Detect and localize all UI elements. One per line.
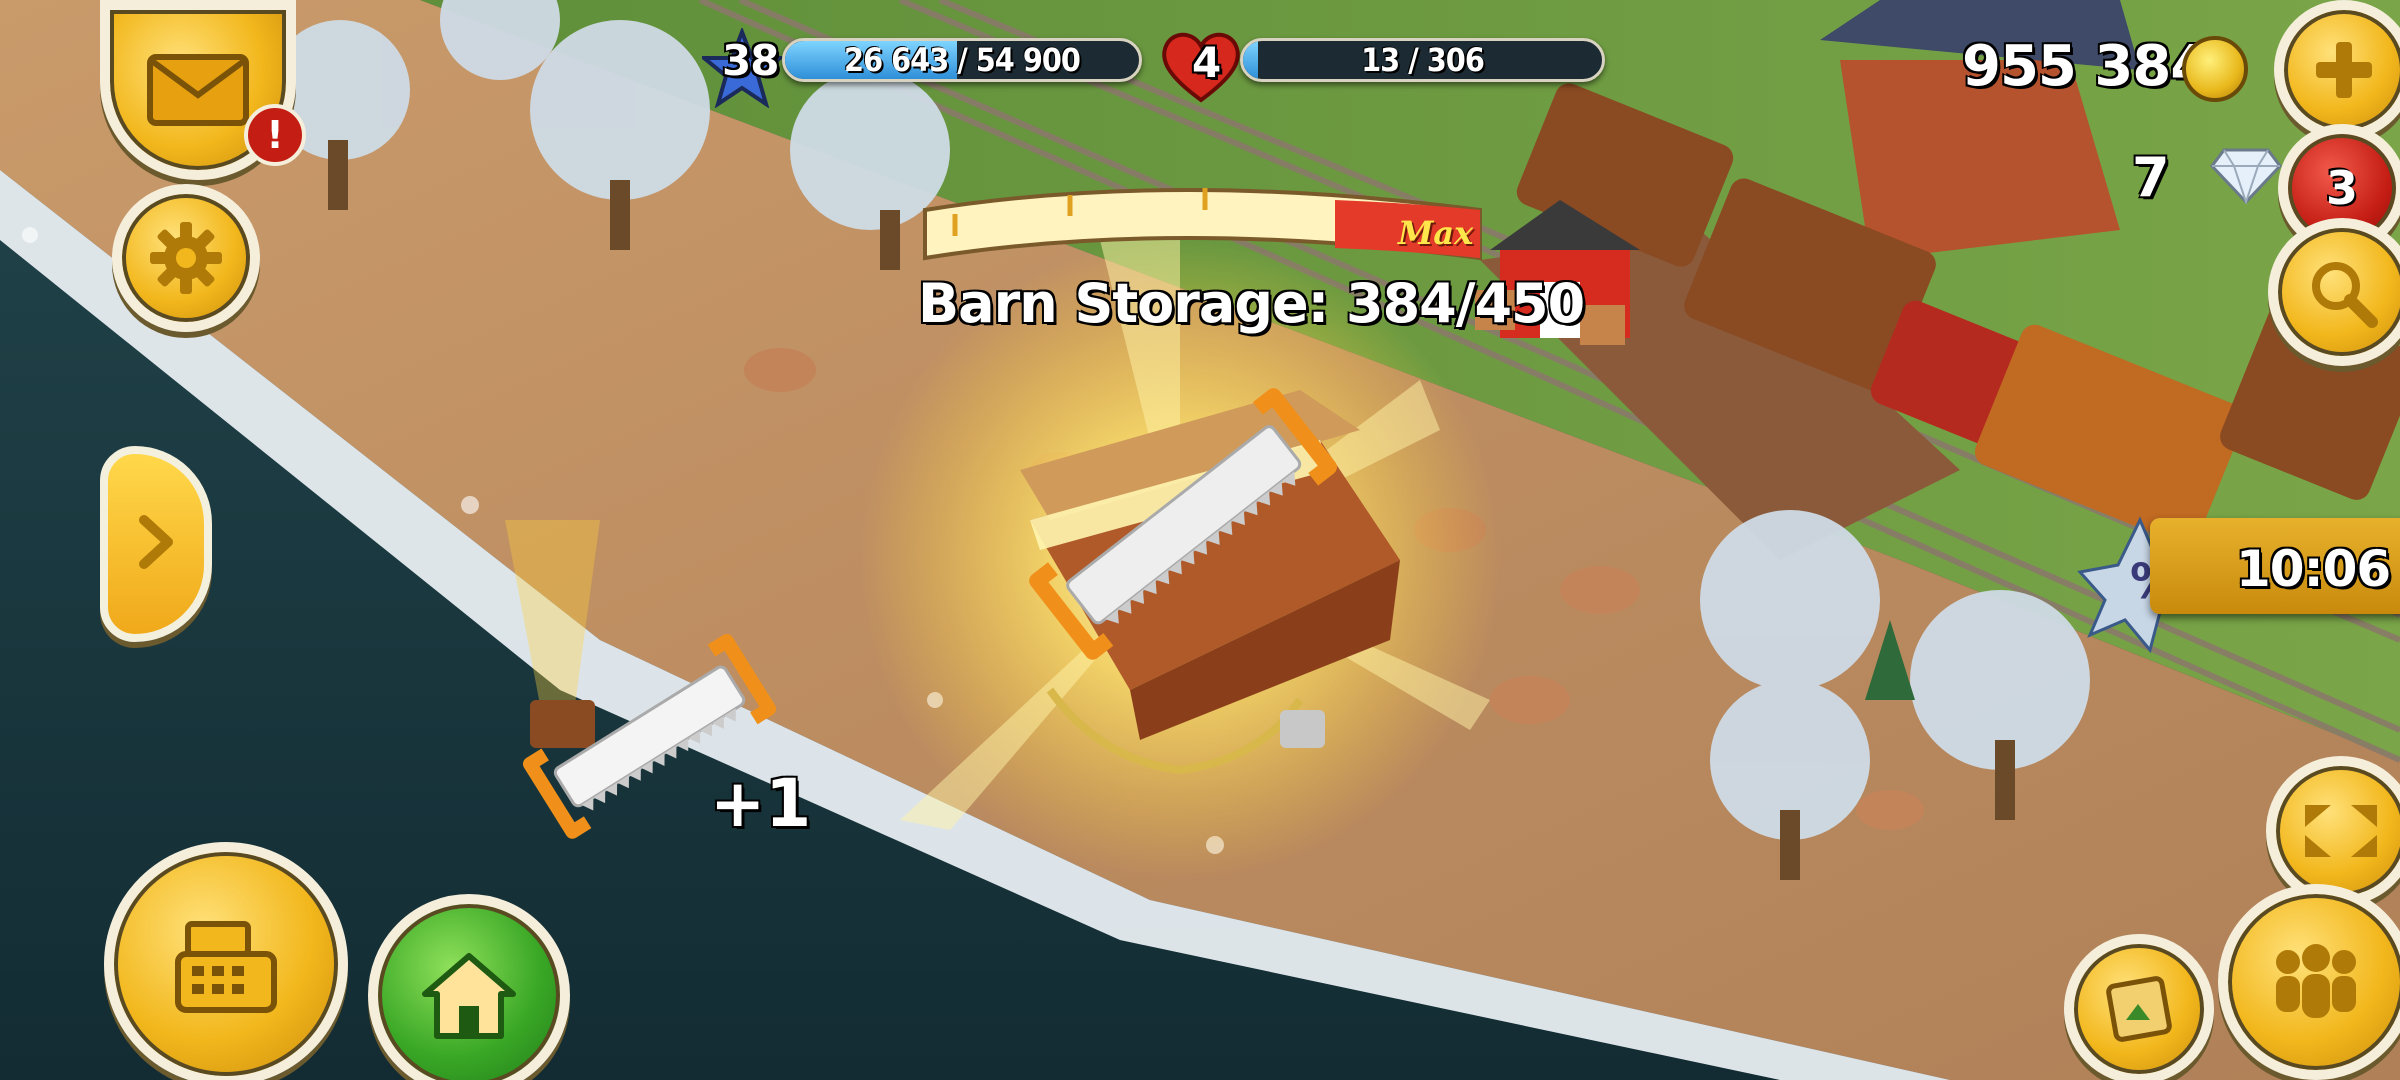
game-scene: %: [0, 0, 2400, 1080]
barn-storage-label: Barn Storage: 384/450: [918, 272, 1585, 335]
reward-amount: +1: [710, 765, 812, 842]
home-button[interactable]: [368, 894, 570, 1080]
storage-max-label: Max: [1398, 214, 1474, 252]
diamond-icon: [2210, 146, 2282, 206]
diamond-count: 7: [2132, 146, 2170, 209]
house-icon: [421, 950, 517, 1040]
settings-button[interactable]: [112, 184, 260, 332]
side-panel-arrow-button[interactable]: [100, 446, 212, 642]
xp-bar[interactable]: 26 643 / 54 900: [782, 38, 1142, 82]
coin-count: 955 384: [1962, 34, 2209, 99]
arrows-icon: [2301, 801, 2381, 861]
envelope-icon: [146, 53, 250, 127]
level-number: 38: [722, 36, 779, 85]
heart-level: 4: [1192, 38, 1221, 87]
reputation-bar[interactable]: 13 / 306: [1240, 38, 1605, 82]
gear-icon: [148, 220, 224, 296]
shop-button[interactable]: [104, 842, 348, 1080]
cash-register-icon: [168, 914, 284, 1014]
notifications-count: 3: [2325, 161, 2358, 215]
albums-button[interactable]: [2064, 934, 2214, 1080]
chevron-right-icon: [136, 514, 176, 574]
coin-icon: [2182, 36, 2248, 102]
exclamation-icon: !: [266, 113, 284, 157]
plus-icon: [2312, 38, 2376, 102]
friends-button[interactable]: [2218, 884, 2400, 1080]
magnifier-icon: [2306, 256, 2378, 328]
people-icon: [2266, 942, 2366, 1022]
reputation-text: 13 / 306: [1361, 41, 1485, 79]
photo-album-icon: [2104, 974, 2174, 1044]
sale-timer-text: 10:06: [2236, 540, 2391, 598]
mail-alert-badge: !: [244, 104, 306, 166]
xp-text: 26 643 / 54 900: [844, 41, 1081, 79]
